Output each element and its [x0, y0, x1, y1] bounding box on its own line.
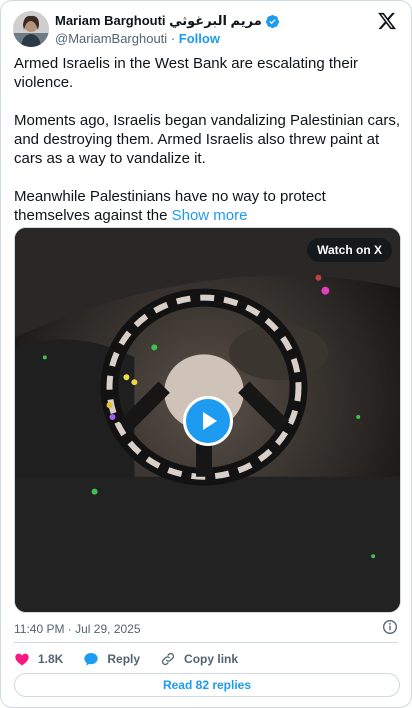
info-icon[interactable]	[382, 619, 398, 635]
tweet-card: Mariam Barghouti مريم البرغوثي @MariamBa…	[0, 0, 412, 708]
like-count: 1.8K	[38, 652, 64, 666]
tweet-timestamp[interactable]: 11:40 PM · Jul 29, 2025	[14, 621, 141, 637]
copy-link-button[interactable]: Copy link	[160, 651, 238, 667]
reply-button[interactable]: Reply	[83, 651, 140, 667]
watch-on-x-button[interactable]: Watch on X	[307, 238, 392, 262]
tweet-paragraph: Moments ago, Israelis began vandalizing …	[14, 112, 401, 167]
author-info: Mariam Barghouti مريم البرغوثي @MariamBa…	[55, 13, 280, 48]
tweet-paragraph-last: Meanwhile Palestinians have no way to pr…	[14, 187, 404, 225]
show-more-link[interactable]: Show more	[172, 207, 248, 224]
video-player[interactable]: Watch on X	[14, 227, 401, 613]
heart-icon	[15, 653, 29, 666]
avatar-image	[13, 11, 49, 47]
like-button[interactable]: 1.8K	[14, 651, 63, 667]
author-name-row[interactable]: Mariam Barghouti مريم البرغوثي	[55, 13, 280, 29]
author-handle-row: @MariamBarghouti · Follow	[55, 30, 280, 48]
reply-bubble-icon	[84, 653, 99, 666]
tweet-text: Armed Israelis in the West Bank are esca…	[14, 54, 404, 225]
reply-label: Reply	[107, 652, 141, 666]
play-icon	[203, 412, 217, 430]
play-button[interactable]	[183, 396, 233, 446]
divider	[14, 642, 398, 643]
x-logo-icon[interactable]	[377, 11, 397, 31]
tweet-paragraph-text: Meanwhile Palestinians have no way to pr…	[14, 188, 326, 224]
copy-link-label: Copy link	[184, 652, 239, 666]
read-replies-button[interactable]: Read 82 replies	[14, 673, 400, 697]
tweet-header: Mariam Barghouti مريم البرغوثي @MariamBa…	[13, 11, 399, 47]
separator: ·	[170, 31, 176, 46]
action-bar: 1.8K Reply Copy link	[14, 649, 258, 669]
author-handle[interactable]: @MariamBarghouti	[55, 31, 167, 46]
link-icon	[161, 652, 175, 666]
verified-badge-icon	[265, 14, 279, 28]
author-name[interactable]: Mariam Barghouti مريم البرغوثي	[55, 13, 262, 29]
avatar[interactable]	[13, 11, 49, 47]
tweet-paragraph: Armed Israelis in the West Bank are esca…	[14, 55, 359, 91]
follow-button[interactable]: Follow	[179, 31, 220, 46]
